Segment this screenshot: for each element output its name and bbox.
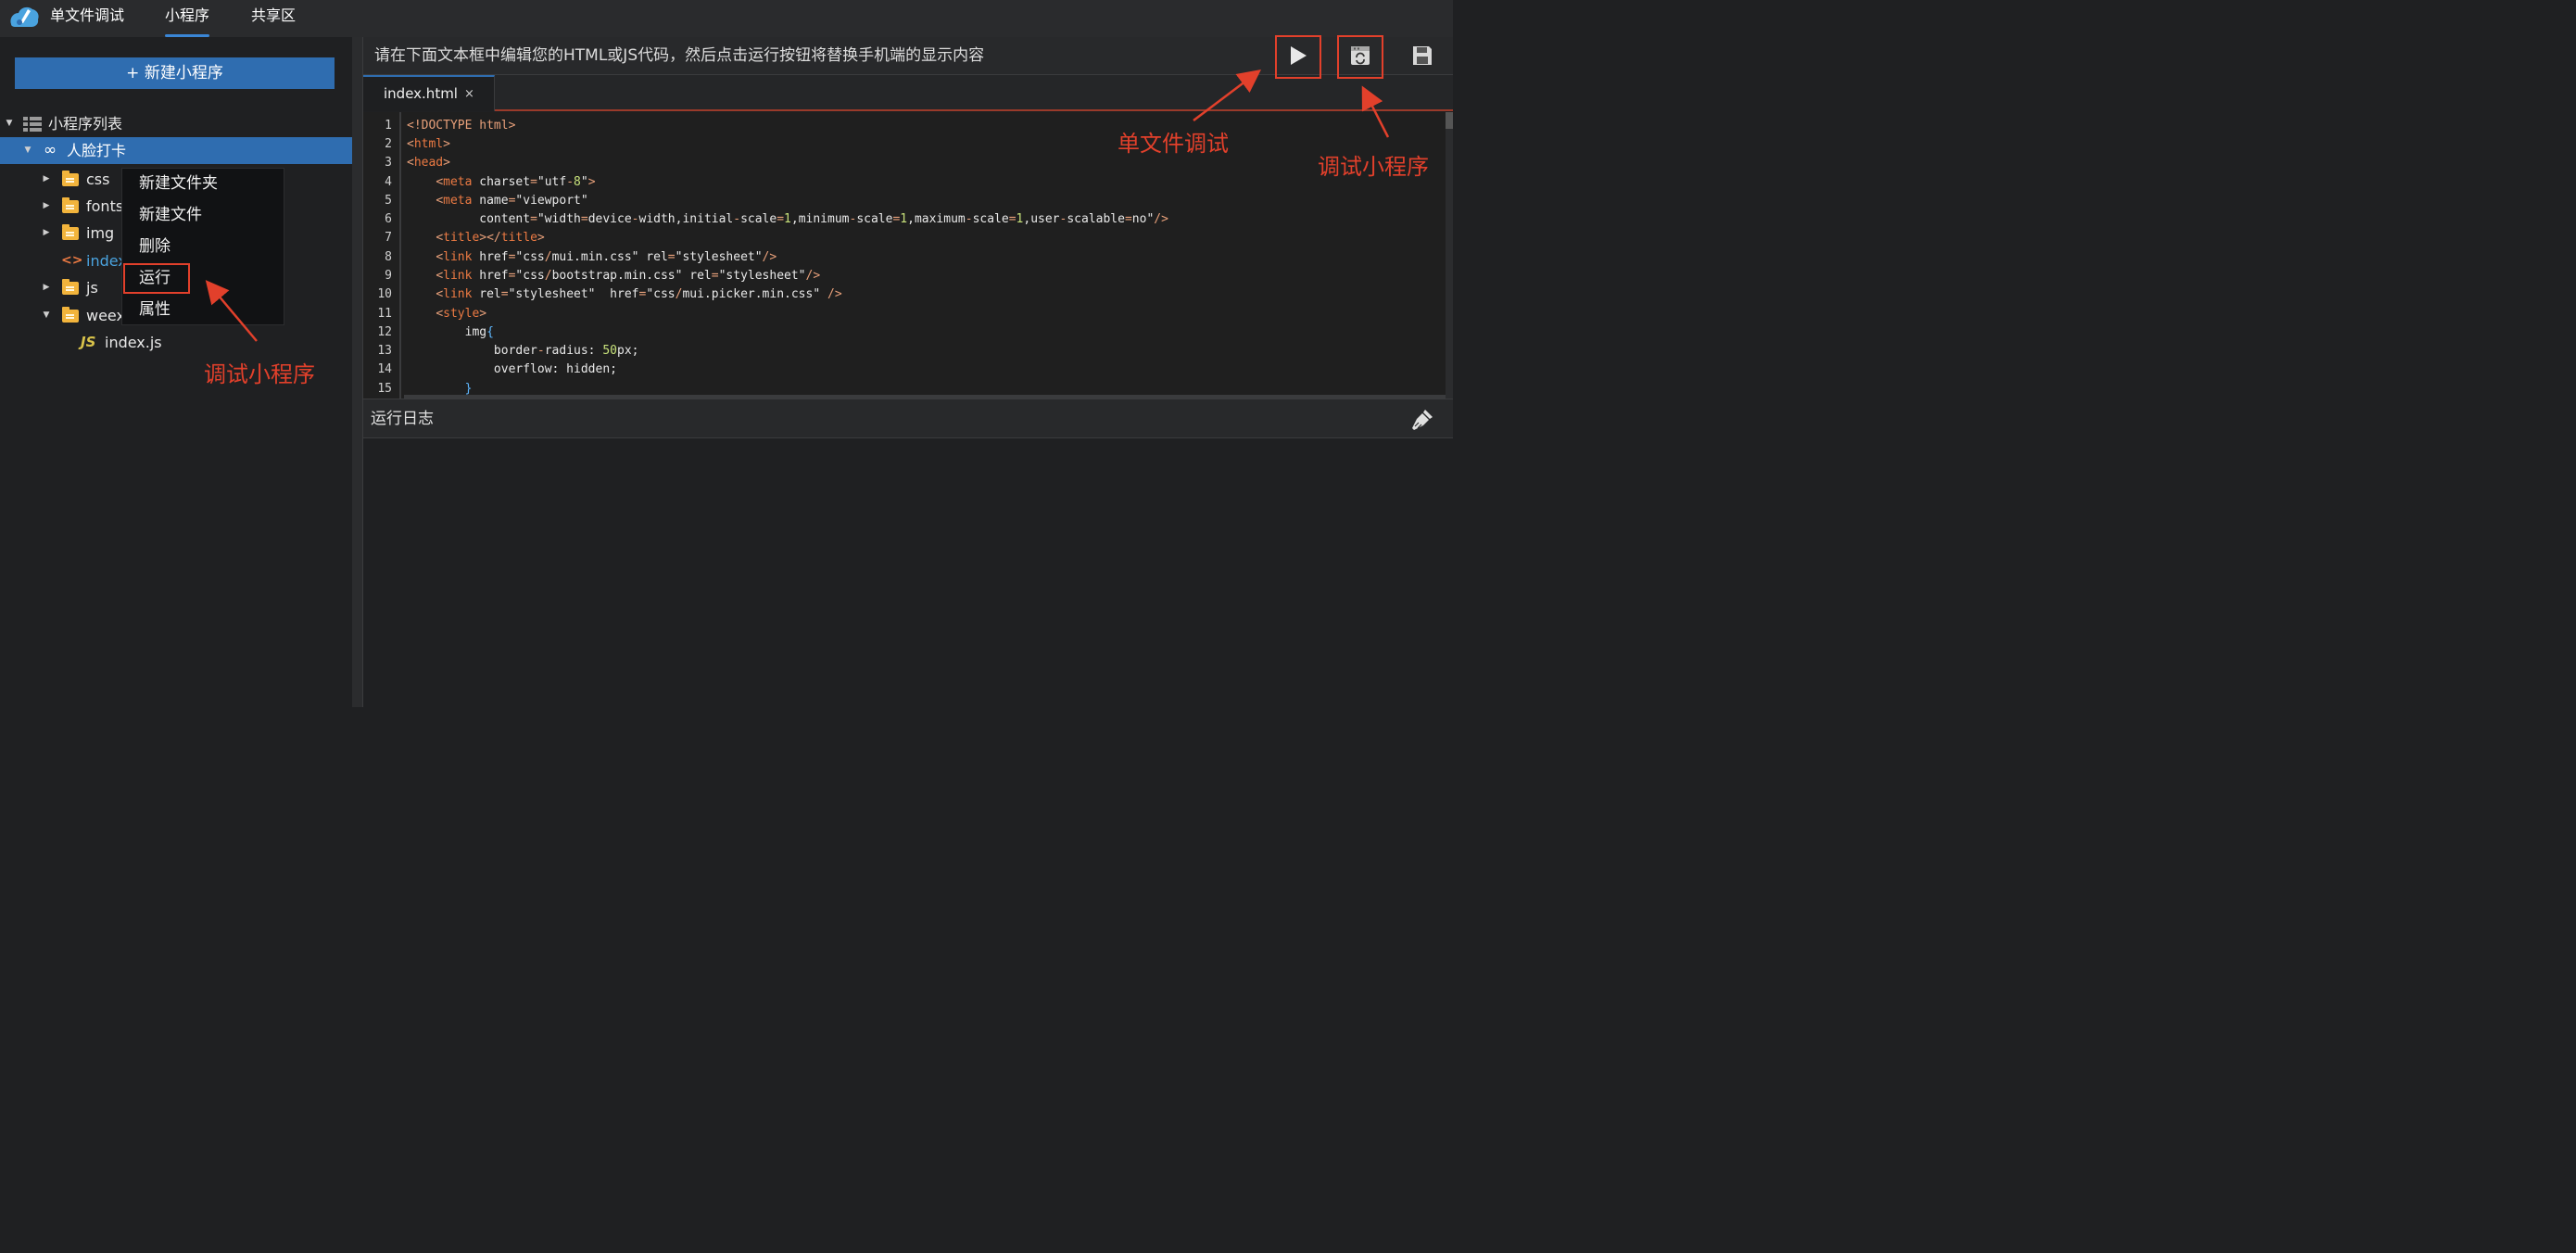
annotation-box-menu-run [123, 263, 190, 294]
annotation-single-file-debug: 单文件调试 [1118, 131, 1229, 157]
tree-project-label: 人脸打卡 [67, 142, 127, 159]
panel-splitter[interactable] [352, 37, 363, 707]
code-line[interactable]: overflow: hidden; [407, 361, 617, 379]
editor-vertical-scrollbar[interactable] [1446, 112, 1453, 399]
annotation-box-debug [1337, 35, 1383, 79]
line-number: 1 [385, 119, 392, 133]
folder-icon [62, 171, 79, 186]
run-log-area [363, 438, 1453, 707]
list-icon [23, 117, 42, 132]
caret-right-icon[interactable]: ▶ [42, 220, 51, 247]
menu-item-new-file[interactable]: 新建文件 [139, 201, 202, 229]
line-number: 4 [385, 175, 392, 189]
app-logo-icon [10, 6, 39, 27]
nav-tab-shared-area[interactable]: 共享区 [251, 0, 296, 37]
line-number: 7 [385, 231, 392, 245]
context-menu: 新建文件夹 新建文件 删除 运行 属性 [121, 168, 284, 325]
caret-down-icon[interactable]: ▼ [5, 110, 14, 137]
instruction-text: 请在下面文本框中编辑您的HTML或JS代码，然后点击运行按钮将替换手机端的显示内… [374, 46, 985, 65]
annotation-debug-miniprogram-top: 调试小程序 [1318, 154, 1429, 180]
caret-down-icon[interactable]: ▼ [42, 302, 51, 329]
tab-index-html[interactable]: index.html × [363, 75, 495, 111]
close-icon[interactable]: × [464, 77, 474, 112]
top-nav-bar: 单文件调试 小程序 共享区 [0, 0, 1453, 37]
nav-tab-miniprogram[interactable]: 小程序 [165, 0, 210, 37]
folder-open-icon [62, 307, 79, 323]
tree-root-row[interactable]: ▼ 小程序列表 [0, 110, 352, 137]
line-number: 3 [385, 156, 392, 170]
folder-icon [62, 197, 79, 213]
line-number: 8 [385, 250, 392, 264]
code-line[interactable]: <title></title> [407, 229, 544, 247]
line-number: 9 [385, 269, 392, 283]
code-line[interactable]: border-radius: 50px; [407, 342, 639, 361]
line-number: 5 [385, 194, 392, 208]
run-log-header: 运行日志 [363, 399, 1453, 438]
line-number: 2 [385, 137, 392, 151]
nav-tab-single-file-debug[interactable]: 单文件调试 [50, 0, 124, 37]
folder-icon [62, 279, 79, 295]
line-number: 10 [377, 287, 392, 301]
code-line[interactable]: content="width=device-width,initial-scal… [407, 210, 1168, 229]
new-miniprogram-button[interactable]: + 新建小程序 [15, 57, 335, 89]
code-line[interactable]: <meta name="viewport" [407, 192, 587, 210]
line-number: 15 [377, 382, 392, 396]
js-file-icon: JS [81, 334, 96, 350]
code-line[interactable]: <meta charset="utf-8"> [407, 173, 595, 192]
tree-item-label: fonts [86, 197, 124, 215]
line-number: 14 [377, 362, 392, 376]
code-line[interactable]: <link href="css/bootstrap.min.css" rel="… [407, 267, 820, 285]
annotation-debug-miniprogram-menu: 调试小程序 [204, 361, 315, 387]
tree-project-row[interactable]: ▼ ∞ 人脸打卡 [0, 137, 352, 164]
tree-item-label: index.js [105, 334, 162, 351]
code-line[interactable]: img{ [407, 323, 494, 342]
code-editor[interactable]: 1 2 3 4 5 6 7 8 9 10 11 12 13 14 15 <!DO… [363, 112, 1453, 399]
folder-icon [62, 224, 79, 240]
html-file-icon: <> [61, 253, 83, 268]
caret-down-icon[interactable]: ▼ [23, 137, 32, 164]
menu-item-properties[interactable]: 属性 [139, 296, 170, 323]
code-line[interactable]: <head> [407, 154, 450, 172]
code-line[interactable]: <html> [407, 135, 450, 154]
line-number: 11 [377, 307, 392, 321]
tree-item-label: css [86, 171, 110, 188]
save-icon [1413, 46, 1432, 65]
infinity-icon: ∞ [44, 141, 57, 159]
tree-item-label: weex [86, 307, 125, 324]
caret-right-icon[interactable]: ▶ [42, 193, 51, 220]
save-button[interactable] [1402, 37, 1443, 74]
code-line[interactable]: <!DOCTYPE html> [407, 117, 515, 135]
caret-right-icon[interactable]: ▶ [42, 166, 51, 193]
code-line[interactable]: <style> [407, 305, 486, 323]
line-number-gutter: 1 2 3 4 5 6 7 8 9 10 11 12 13 14 15 [363, 112, 401, 399]
code-line[interactable]: <link rel="stylesheet" href="css/mui.pic… [407, 285, 841, 304]
code-line[interactable]: <link href="css/mui.min.css" rel="styles… [407, 248, 777, 267]
run-log-title: 运行日志 [371, 410, 434, 428]
tree-item-label: img [86, 224, 115, 242]
line-number: 13 [377, 344, 392, 358]
broom-icon[interactable] [1410, 408, 1434, 432]
tree-item-label: js [86, 279, 98, 297]
caret-right-icon[interactable]: ▶ [42, 274, 51, 301]
tree-item-index-js[interactable]: JS index.js [0, 329, 352, 356]
annotation-box-run [1275, 35, 1321, 79]
menu-item-new-folder[interactable]: 新建文件夹 [139, 170, 218, 197]
menu-item-delete[interactable]: 删除 [139, 233, 170, 260]
scrollbar-thumb[interactable] [1446, 112, 1453, 129]
line-number: 6 [385, 212, 392, 226]
line-number: 12 [377, 325, 392, 339]
tree-root-label: 小程序列表 [48, 115, 123, 133]
tab-label: index.html [384, 85, 458, 102]
editor-tab-bar: index.html × [363, 75, 1453, 111]
